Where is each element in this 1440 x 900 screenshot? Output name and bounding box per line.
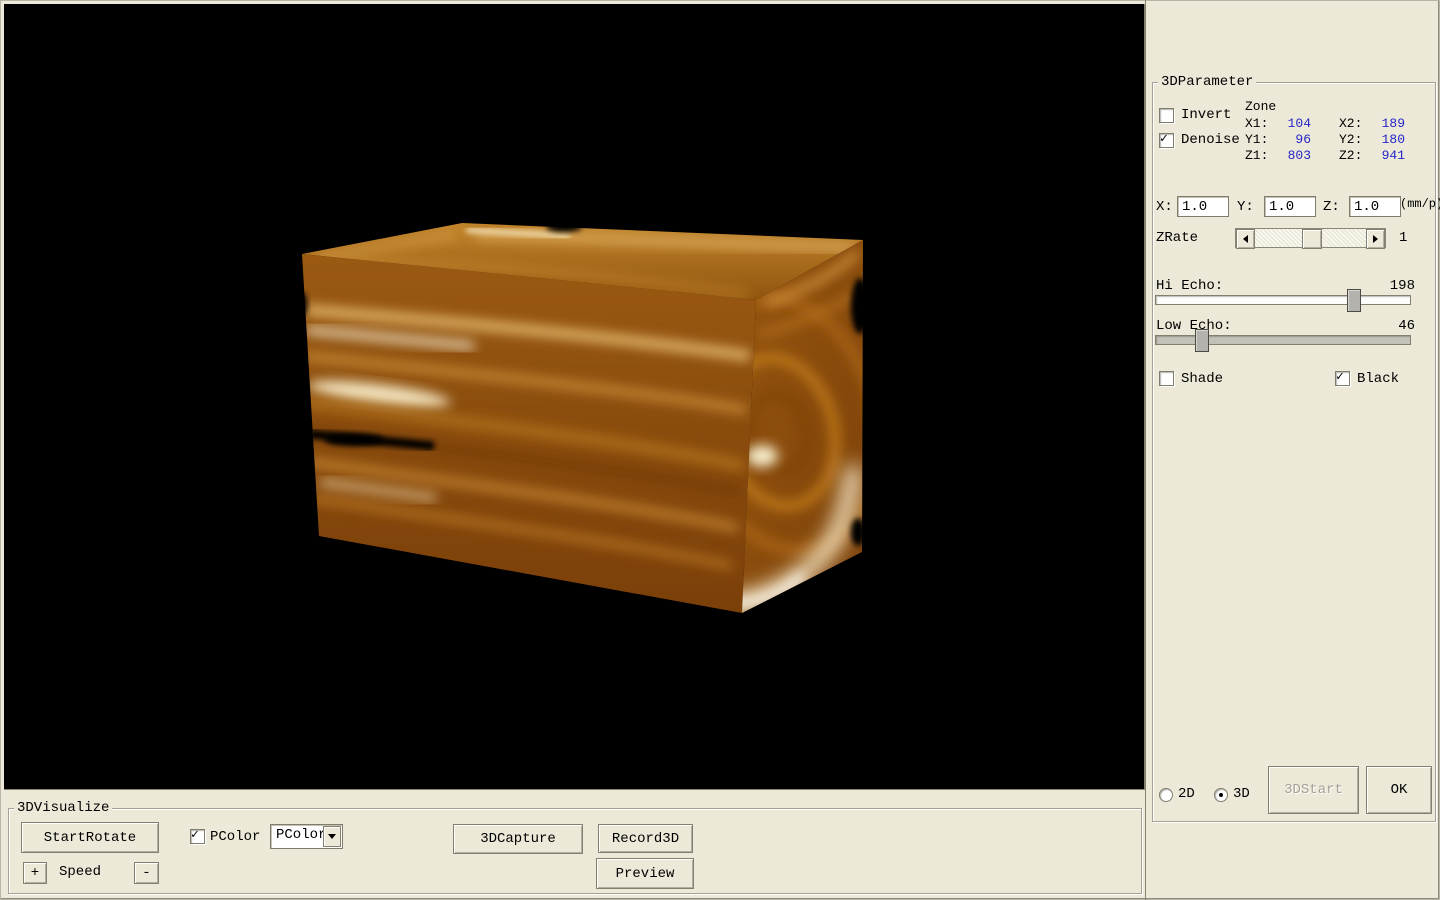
invert-checkbox[interactable]	[1159, 108, 1174, 123]
zone-z2-value: 941	[1365, 148, 1405, 163]
voxel-z-label: Z:	[1323, 200, 1340, 215]
zone-title: Zone	[1245, 99, 1276, 114]
zone-x1-label: X1:	[1245, 116, 1268, 131]
record-3d-button[interactable]: Record3D	[598, 824, 693, 853]
zone-y1-value: 96	[1271, 132, 1311, 147]
hi-echo-label: Hi Echo:	[1156, 279, 1223, 294]
shade-checkbox[interactable]	[1159, 371, 1174, 386]
zone-y1-label: Y1:	[1245, 132, 1268, 147]
voxel-x-label: X:	[1156, 200, 1173, 215]
ok-button[interactable]: OK	[1366, 766, 1432, 814]
preview-button[interactable]: Preview	[596, 858, 694, 889]
zone-z2-label: Z2:	[1339, 148, 1362, 163]
voxel-y-label: Y:	[1237, 200, 1254, 215]
mode-2d-label: 2D	[1178, 787, 1195, 802]
start3d-button[interactable]: 3DStart	[1268, 766, 1359, 814]
zone-z1-label: Z1:	[1245, 148, 1268, 163]
left-arrow-icon	[1243, 235, 1248, 243]
pcolor-checkbox[interactable]	[190, 829, 205, 844]
mode-3d-label: 3D	[1233, 787, 1250, 802]
pcolor-dropdown-value: PColor	[276, 827, 326, 843]
app-window: { "colors": { "window_bg": "#ece9d8", "v…	[0, 0, 1440, 900]
speed-label: Speed	[59, 865, 101, 880]
black-label: Black	[1357, 372, 1399, 387]
zrate-left-arrow-button[interactable]	[1236, 229, 1255, 249]
low-echo-slider-track[interactable]	[1155, 335, 1411, 345]
zrate-label: ZRate	[1156, 231, 1198, 246]
speed-plus-button[interactable]: +	[23, 862, 47, 884]
zone-z1-value: 803	[1271, 148, 1311, 163]
parameter-group-title: 3DParameter	[1158, 74, 1256, 90]
visualize-group-title: 3DVisualize	[14, 800, 112, 816]
shade-label: Shade	[1181, 372, 1223, 387]
voxel-x-input[interactable]	[1177, 196, 1229, 217]
hi-echo-value: 198	[1375, 279, 1415, 294]
parameter-groupbox: 3DParameter Invert Denoise Zone X1: 104 …	[1152, 82, 1436, 822]
right-arrow-icon	[1373, 235, 1378, 243]
hi-echo-slider-thumb[interactable]	[1347, 289, 1361, 312]
zrate-scrollbar-thumb[interactable]	[1302, 229, 1322, 249]
zone-x2-label: X2:	[1339, 116, 1362, 131]
zrate-value: 1	[1399, 231, 1407, 246]
zone-y2-value: 180	[1365, 132, 1405, 147]
zone-y2-label: Y2:	[1339, 132, 1362, 147]
voxel-z-input[interactable]	[1349, 196, 1401, 217]
zone-x1-value: 104	[1271, 116, 1311, 131]
speed-minus-button[interactable]: -	[134, 862, 159, 884]
zone-x2-value: 189	[1365, 116, 1405, 131]
capture-3d-button[interactable]: 3DCapture	[453, 824, 583, 854]
pcolor-dropdown[interactable]: PColor	[270, 824, 343, 849]
mode-2d-radio[interactable]	[1159, 788, 1173, 802]
start-rotate-button[interactable]: StartRotate	[21, 822, 159, 853]
pcolor-label: PColor	[210, 830, 260, 845]
low-echo-slider-thumb[interactable]	[1195, 329, 1209, 352]
low-echo-value: 46	[1375, 319, 1415, 334]
invert-label: Invert	[1181, 108, 1231, 123]
mode-3d-radio[interactable]	[1214, 788, 1228, 802]
chevron-down-icon	[328, 834, 336, 839]
pcolor-dropdown-button[interactable]	[323, 826, 341, 847]
zrate-scrollbar[interactable]	[1235, 228, 1386, 248]
visualize-groupbox: 3DVisualize StartRotate + Speed - PColor…	[8, 808, 1142, 894]
denoise-checkbox[interactable]	[1159, 133, 1174, 148]
volume-render-3d	[4, 4, 1144, 789]
low-echo-label: Low Echo:	[1156, 319, 1232, 334]
hi-echo-slider-track[interactable]	[1155, 295, 1411, 305]
denoise-label: Denoise	[1181, 133, 1240, 148]
zrate-right-arrow-button[interactable]	[1366, 229, 1385, 249]
black-checkbox[interactable]	[1335, 371, 1350, 386]
render-viewport[interactable]	[4, 4, 1145, 790]
panel-separator	[1145, 0, 1146, 900]
voxel-y-input[interactable]	[1264, 196, 1316, 217]
voxel-unit-label: (mm/p)	[1400, 197, 1440, 212]
